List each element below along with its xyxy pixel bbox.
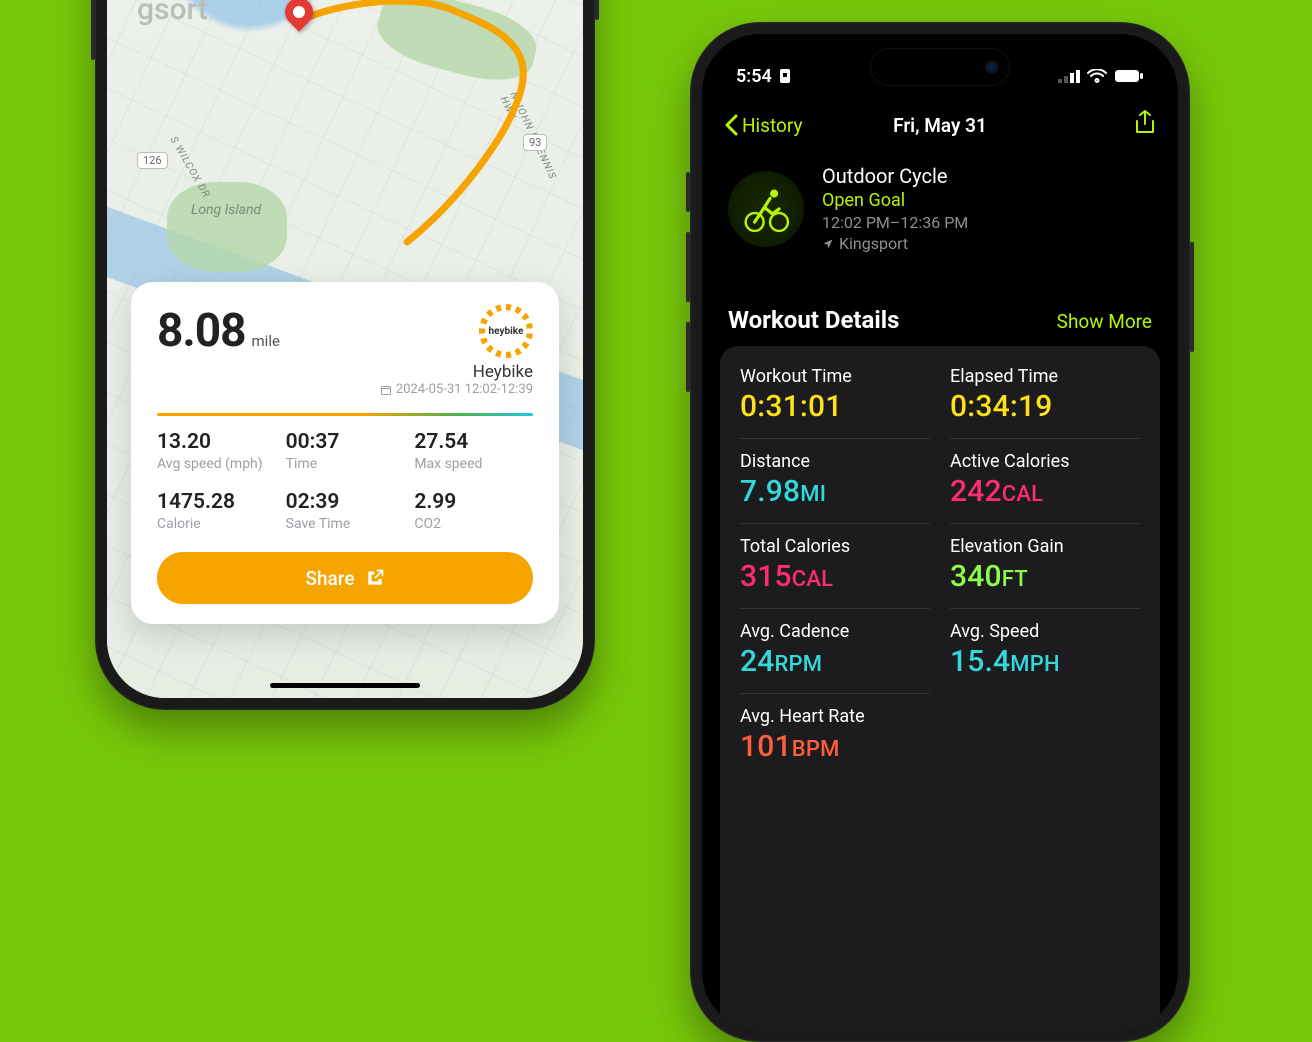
stat-label: Avg speed (mph) xyxy=(157,456,276,472)
distance-value: 8.08 xyxy=(157,304,246,358)
stat-label: CO2 xyxy=(414,516,533,532)
ride-datetime: 2024-05-31 12:02-12:39 xyxy=(380,382,533,397)
section-title: Workout Details xyxy=(728,306,899,334)
route-shield: 126 xyxy=(137,152,168,169)
stat-cell: 2.99 CO2 xyxy=(414,490,533,532)
side-button xyxy=(91,0,95,60)
stat-cell: 13.20 Avg speed (mph) xyxy=(157,430,276,472)
show-more-link[interactable]: Show More xyxy=(1057,310,1152,333)
side-button xyxy=(1190,242,1194,352)
metric-value: 15.4MPH xyxy=(950,644,1140,679)
metric-label: Distance xyxy=(740,451,930,472)
metric-label: Active Calories xyxy=(950,451,1140,472)
metric-value: 0:34:19 xyxy=(950,389,1140,424)
side-button xyxy=(595,0,599,20)
location-icon xyxy=(822,238,834,250)
stat-label: Calorie xyxy=(157,516,276,532)
metric-label: Total Calories xyxy=(740,536,930,557)
workout-goal: Open Goal xyxy=(822,190,968,211)
metric-label: Avg. Heart Rate xyxy=(740,706,930,727)
phone-heybike: gsort Long Island Reedy Creek N JOHN B D… xyxy=(95,0,595,710)
metric-label: Workout Time xyxy=(740,366,930,387)
stats-grid: 13.20 Avg speed (mph) 00:37 Time 27.54 Max sp… xyxy=(157,430,533,532)
side-button xyxy=(686,172,690,212)
cyclist-icon xyxy=(740,183,792,235)
brand-name: Heybike xyxy=(380,362,533,382)
metric-cell: Distance7.98MI xyxy=(740,438,930,523)
cellular-icon xyxy=(1058,69,1080,83)
back-button[interactable]: History xyxy=(724,114,802,137)
metric-cell: Workout Time0:31:01 xyxy=(740,362,930,438)
stat-value: 27.54 xyxy=(414,430,533,454)
stat-value: 13.20 xyxy=(157,430,276,454)
metric-cell: Elapsed Time0:34:19 xyxy=(950,362,1140,438)
metric-value: 340FT xyxy=(950,559,1140,594)
camera-icon xyxy=(985,60,999,74)
status-time: 5:54 xyxy=(736,66,772,87)
stat-value: 00:37 xyxy=(286,430,405,454)
distance-unit: mile xyxy=(252,332,280,350)
stat-value: 2.99 xyxy=(414,490,533,514)
metric-label: Avg. Cadence xyxy=(740,621,930,642)
metric-cell: Avg. Heart Rate101BPM xyxy=(740,693,930,778)
metric-value: 242CAL xyxy=(950,474,1140,509)
share-button-label: Share xyxy=(305,567,354,590)
stat-value: 1475.28 xyxy=(157,490,276,514)
metric-cell: Elevation Gain340FT xyxy=(950,523,1140,608)
map-city-label: gsort xyxy=(137,0,208,27)
share-icon xyxy=(1134,110,1156,136)
card-icon xyxy=(778,68,792,84)
stat-label: Save Time xyxy=(286,516,405,532)
calendar-icon xyxy=(380,384,392,396)
stat-cell: 1475.28 Calorie xyxy=(157,490,276,532)
metrics-card: Workout Time0:31:01 Elapsed Time0:34:19 Di… xyxy=(720,346,1160,1030)
map-park xyxy=(167,182,287,272)
workout-header: Outdoor Cycle Open Goal 12:02 PM–12:36 P… xyxy=(728,164,1152,253)
workout-location: Kingsport xyxy=(822,234,968,253)
metric-cell: Active Calories242CAL xyxy=(950,438,1140,523)
workout-type-icon xyxy=(728,171,804,247)
metric-value: 24RPM xyxy=(740,644,930,679)
stat-cell: 27.54 Max speed xyxy=(414,430,533,472)
workout-time-range: 12:02 PM–12:36 PM xyxy=(822,213,968,232)
metric-label: Elevation Gain xyxy=(950,536,1140,557)
map-pin-icon xyxy=(279,0,319,32)
metric-value: 101BPM xyxy=(740,729,930,764)
battery-icon xyxy=(1114,69,1144,83)
share-button[interactable]: Share xyxy=(157,552,533,604)
home-indicator[interactable] xyxy=(270,683,420,688)
route-shield: 93 xyxy=(523,134,547,151)
share-button[interactable] xyxy=(1134,110,1156,140)
heybike-logo-icon: heybike xyxy=(479,304,533,358)
map-park xyxy=(371,0,544,92)
metric-value: 7.98MI xyxy=(740,474,930,509)
stat-label: Time xyxy=(286,456,405,472)
metric-cell: Total Calories315CAL xyxy=(740,523,930,608)
ride-summary-card: 8.08 mile heybike Heybike 2024-05-31 12:… xyxy=(131,282,559,624)
map-area-label: Long Island xyxy=(191,202,261,218)
metric-value: 0:31:01 xyxy=(740,389,930,424)
metric-label: Elapsed Time xyxy=(950,366,1140,387)
stat-cell: 02:39 Save Time xyxy=(286,490,405,532)
stat-label: Max speed xyxy=(414,456,533,472)
workout-kind: Outdoor Cycle xyxy=(822,164,968,188)
wifi-icon xyxy=(1087,69,1107,83)
phone-fitness: 5:54 History Fri, May 31 xyxy=(690,22,1190,1042)
metric-label: Avg. Speed xyxy=(950,621,1140,642)
nav-bar: History Fri, May 31 xyxy=(702,110,1178,140)
stat-cell: 00:37 Time xyxy=(286,430,405,472)
metric-value: 315CAL xyxy=(740,559,930,594)
dynamic-island xyxy=(870,48,1010,86)
share-icon xyxy=(365,568,385,588)
side-button xyxy=(686,322,690,392)
stat-value: 02:39 xyxy=(286,490,405,514)
chevron-left-icon xyxy=(724,114,738,136)
gradient-divider xyxy=(157,413,533,416)
side-button xyxy=(686,232,690,302)
metric-cell: Avg. Cadence24RPM xyxy=(740,608,930,693)
metric-cell: Avg. Speed15.4MPH xyxy=(950,608,1140,693)
